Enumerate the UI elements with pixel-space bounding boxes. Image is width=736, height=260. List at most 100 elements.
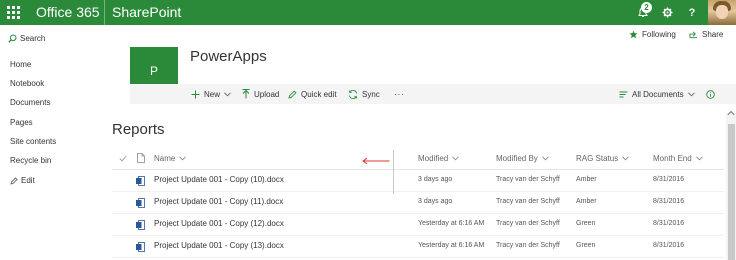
site-search[interactable]: Search [8,31,45,45]
notifications-button[interactable]: 2 [630,0,656,25]
scrollbar-thumb[interactable] [728,124,735,260]
gear-icon [662,7,672,18]
following-button[interactable]: Following [629,30,676,39]
edit-links-button[interactable]: Edit [10,176,35,186]
new-label: New [204,89,221,99]
upload-icon [242,89,250,99]
suite-bar: Office 365 SharePoint 2 ? [0,0,736,25]
sync-icon [348,89,358,99]
page-title: Reports [112,121,165,138]
nav-item-recycle-bin[interactable]: Recycle bin [10,156,51,166]
month-end: 8/31/2016 [653,198,685,205]
modified-date: 3 days ago [418,176,453,183]
table-row[interactable]: Project Update 001 - Copy (12).docx Yest… [112,214,724,236]
info-icon [706,89,715,99]
chevron-down-icon [541,156,549,161]
notification-count-badge: 2 [641,2,652,13]
view-selector[interactable]: All Documents [619,84,695,104]
new-button[interactable]: New [191,84,231,104]
column-header-rag-status[interactable]: RAG Status [576,154,630,163]
chevron-down-icon [687,91,695,96]
share-label: Share [702,30,724,39]
column-header-modified[interactable]: Modified [418,154,460,163]
info-button[interactable] [706,84,715,104]
site-title[interactable]: PowerApps [190,48,267,66]
chevron-down-icon [224,91,231,96]
modified-date: Yesterday at 6:16 AM [418,242,485,249]
rag-status: Amber [576,198,597,205]
word-document-icon [136,176,145,186]
following-label: Following [642,30,676,39]
column-header-month-end[interactable]: Month End [653,154,703,163]
modified-by[interactable]: Tracy van der Schyff [496,220,560,227]
month-end: 8/31/2016 [653,176,685,183]
file-name[interactable]: Project Update 001 - Copy (10).docx [154,175,284,184]
more-commands-button[interactable]: ··· [394,84,405,104]
sync-button[interactable]: Sync [348,84,380,104]
chevron-down-icon [452,156,460,161]
file-type-header-icon[interactable] [137,153,145,163]
pencil-icon [288,89,297,99]
scroll-up-chevron-icon[interactable] [727,110,735,116]
file-name[interactable]: Project Update 001 - Copy (11).docx [154,197,283,206]
avatar[interactable] [708,0,736,25]
column-label: Modified [418,154,449,163]
document-icon [137,153,145,163]
modified-by[interactable]: Tracy van der Schyff [496,176,560,183]
upload-label: Upload [254,89,280,99]
nav-item-site-contents[interactable]: Site contents [10,137,56,147]
chevron-down-icon [622,156,630,161]
table-row[interactable]: Project Update 001 - Copy (11).docx 3 da… [112,192,724,214]
quick-edit-button[interactable]: Quick edit [288,84,337,104]
word-document-icon [136,198,145,208]
file-name[interactable]: Project Update 001 - Copy (12).docx [154,219,284,228]
column-label: Month End [653,154,692,163]
upload-button[interactable]: Upload [242,84,279,104]
nav-item-documents[interactable]: Documents [10,98,50,108]
office-365-brand[interactable]: Office 365 [36,3,100,21]
column-header-modified-by[interactable]: Modified By [496,154,549,163]
modified-by[interactable]: Tracy van der Schyff [496,198,560,205]
word-document-icon [136,242,145,252]
edit-label: Edit [21,176,35,185]
search-icon [8,34,17,43]
search-label: Search [20,33,46,43]
table-row[interactable]: Project Update 001 - Copy (10).docx 3 da… [112,170,724,192]
view-label: All Documents [632,89,684,99]
settings-button[interactable] [654,0,680,25]
rag-status: Amber [576,176,597,183]
column-resize-divider[interactable] [393,150,394,194]
share-button[interactable]: Share [689,30,723,39]
star-icon [629,30,638,39]
column-label: Modified By [496,154,538,163]
chevron-down-icon [695,156,703,161]
list-header: Name Modified Modified By RAG Status Mon… [112,148,724,170]
rag-status: Green [576,242,596,249]
suite-divider [104,0,105,25]
command-bar: New Upload Quick edit Sync ··· All Docum… [130,84,736,104]
month-end: 8/31/2016 [653,242,685,249]
left-navigation: Search Home Notebook Documents Pages Sit… [0,25,110,260]
checkmark-icon [119,155,127,162]
chevron-down-icon [179,156,187,161]
annotation-arrow-icon [362,157,390,165]
column-label: RAG Status [576,154,619,163]
column-header-name[interactable]: Name [154,154,187,163]
modified-date: Yesterday at 6:16 AM [418,220,485,227]
nav-item-pages[interactable]: Pages [10,118,33,128]
file-name[interactable]: Project Update 001 - Copy (13).docx [154,241,284,250]
select-all-checkbox[interactable] [119,155,127,162]
help-icon[interactable]: ? [679,0,705,25]
quick-edit-label: Quick edit [301,89,337,99]
app-launcher-icon[interactable] [0,0,26,25]
view-lines-icon [619,91,628,98]
word-document-icon [136,220,145,230]
modified-by[interactable]: Tracy van der Schyff [496,242,560,249]
modified-date: 3 days ago [418,198,453,205]
nav-item-notebook[interactable]: Notebook [10,79,44,89]
rag-status: Green [576,220,596,227]
sharepoint-app-title[interactable]: SharePoint [112,3,181,21]
nav-item-home[interactable]: Home [10,60,31,70]
sync-label: Sync [362,89,380,99]
table-row[interactable]: Project Update 001 - Copy (13).docx Yest… [112,236,724,258]
